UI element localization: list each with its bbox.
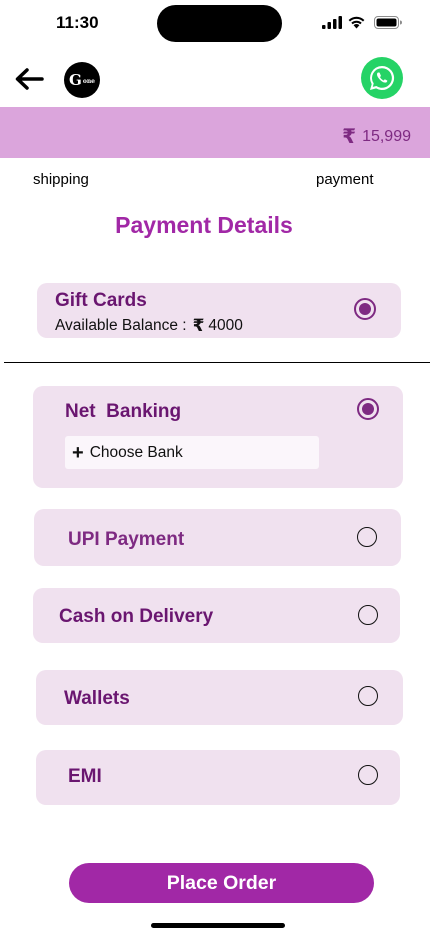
- signal-icon: [322, 16, 342, 29]
- whatsapp-button[interactable]: [361, 57, 403, 99]
- logo-subtext: one: [82, 78, 95, 85]
- page-title: Payment Details: [115, 212, 293, 238]
- emi-radio[interactable]: [358, 765, 378, 785]
- cash-on-delivery-radio[interactable]: [358, 605, 378, 625]
- gift-cards-balance-label: Available Balance :: [55, 317, 187, 334]
- gift-cards-radio[interactable]: [354, 298, 376, 320]
- gift-cards-title: Gift Cards: [55, 290, 147, 311]
- wallets-radio[interactable]: [358, 686, 378, 706]
- wifi-icon: [348, 16, 365, 29]
- emi-title: EMI: [68, 766, 102, 787]
- net-banking-radio[interactable]: [357, 398, 379, 420]
- upi-payment-radio[interactable]: [357, 527, 377, 547]
- wallets-option[interactable]: Wallets: [36, 670, 403, 725]
- brand-logo: Gone: [64, 62, 100, 98]
- rupee-icon: ₹: [342, 126, 357, 148]
- choose-bank-label: Choose Bank: [89, 443, 183, 461]
- place-order-button[interactable]: Place Order: [69, 863, 374, 903]
- cash-on-delivery-title: Cash on Delivery: [59, 606, 214, 627]
- upi-payment-title: UPI Payment: [68, 529, 185, 550]
- emi-option[interactable]: EMI: [36, 750, 400, 805]
- gift-cards-balance: Available Balance : ₹ 4000: [55, 316, 243, 336]
- step-payment[interactable]: payment: [316, 171, 374, 188]
- gift-cards-option[interactable]: Gift Cards Available Balance : ₹ 4000: [37, 283, 401, 338]
- upi-payment-option[interactable]: UPI Payment: [34, 509, 401, 566]
- choose-bank-button[interactable]: + Choose Bank: [65, 436, 319, 469]
- step-shipping[interactable]: shipping: [33, 171, 89, 188]
- logo-letter: G: [69, 71, 82, 89]
- total-price-amount: 15,999: [362, 127, 411, 145]
- cash-on-delivery-option[interactable]: Cash on Delivery: [33, 588, 400, 643]
- status-time: 11:30: [56, 13, 99, 32]
- rupee-icon: ₹: [192, 316, 205, 335]
- back-button[interactable]: [12, 62, 46, 96]
- home-indicator: [151, 923, 285, 928]
- gift-cards-balance-amount: 4000: [208, 317, 243, 334]
- wallets-title: Wallets: [64, 688, 130, 709]
- net-banking-title: Net Banking: [65, 401, 182, 422]
- total-price: ₹ 15,999: [342, 124, 411, 149]
- plus-icon: +: [72, 441, 84, 464]
- divider: [4, 362, 430, 363]
- dynamic-island: [157, 5, 282, 42]
- battery-icon: [374, 16, 402, 29]
- whatsapp-icon: [370, 65, 395, 90]
- back-arrow-icon: [15, 68, 44, 90]
